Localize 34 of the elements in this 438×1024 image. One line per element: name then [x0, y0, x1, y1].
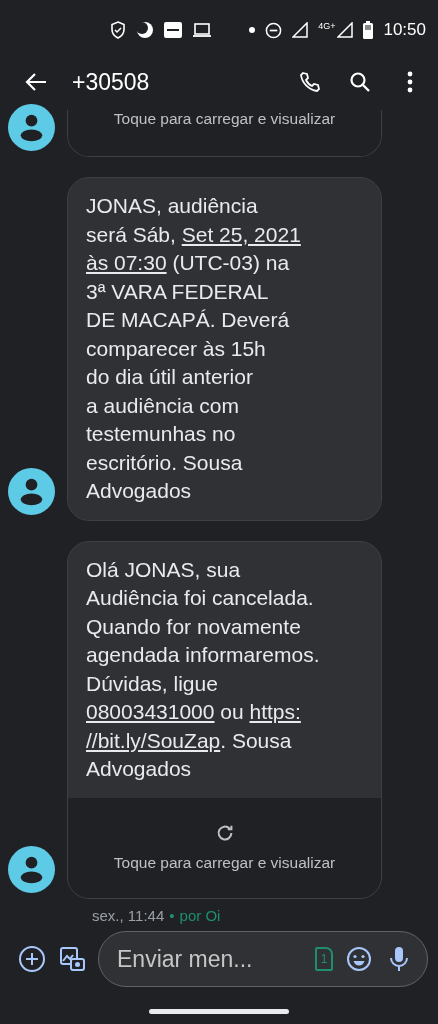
avatar-icon [8, 845, 55, 893]
moon-icon [136, 21, 154, 39]
do-not-disturb-icon [265, 21, 283, 39]
attachment-label: Toque para carregar e visualizar [113, 110, 336, 128]
battery-icon [363, 21, 374, 39]
carrier-label: por Oi [179, 906, 221, 924]
add-button[interactable] [18, 945, 46, 973]
attachment-label[interactable]: Toque para carregar e visualizar [113, 853, 336, 872]
gallery-button[interactable] [58, 945, 86, 973]
emoji-button[interactable] [345, 945, 373, 973]
app-notification-icon [164, 22, 182, 38]
laptop-icon [192, 22, 212, 38]
signal-icon [337, 22, 354, 38]
contact-title: +30508 [72, 68, 151, 96]
message-link[interactable]: 08003431000 [86, 700, 215, 723]
message-link[interactable]: às 07:30 [86, 251, 167, 274]
message-link[interactable]: https: [249, 700, 301, 723]
dot-icon [249, 27, 256, 33]
message-text: JONAS, audiência será Sáb, Set 25, 2021 às 07:30 (UTC-03) na 3ª VARA FEDERAL DE MACAPÁ. Deverá comparecer às 15h do dia útil anterior a audiência com testemunhas no escritório. Sousa Advogados [85, 193, 302, 504]
message-text: Olá JONAS, sua Audiência foi cancelada. Quando for novamente agendada informaremos. Dúvidas, ligue 08003431000 ou https: //bit.ly/SouZap. Sousa Advogados [85, 556, 321, 782]
clock-time: 10:50 [383, 20, 426, 40]
signal-icon [292, 22, 309, 38]
avatar-icon [8, 104, 55, 151]
more-options-icon [407, 71, 413, 93]
message-input[interactable]: Enviar men... [115, 944, 303, 974]
message-time: sex., 11:44 [92, 906, 165, 924]
shield-icon [110, 21, 126, 39]
avatar-icon [8, 467, 55, 515]
message-link[interactable]: //bit.ly/SouZap [86, 728, 221, 752]
sim-icon: 1 [315, 947, 333, 971]
network-label: 4G+ [318, 21, 336, 31]
message-link[interactable]: Set 25, 2021 [181, 222, 301, 246]
attachment-card[interactable]: Toque para carregar e visualizar [67, 110, 382, 157]
separator-dot: • [169, 906, 175, 924]
